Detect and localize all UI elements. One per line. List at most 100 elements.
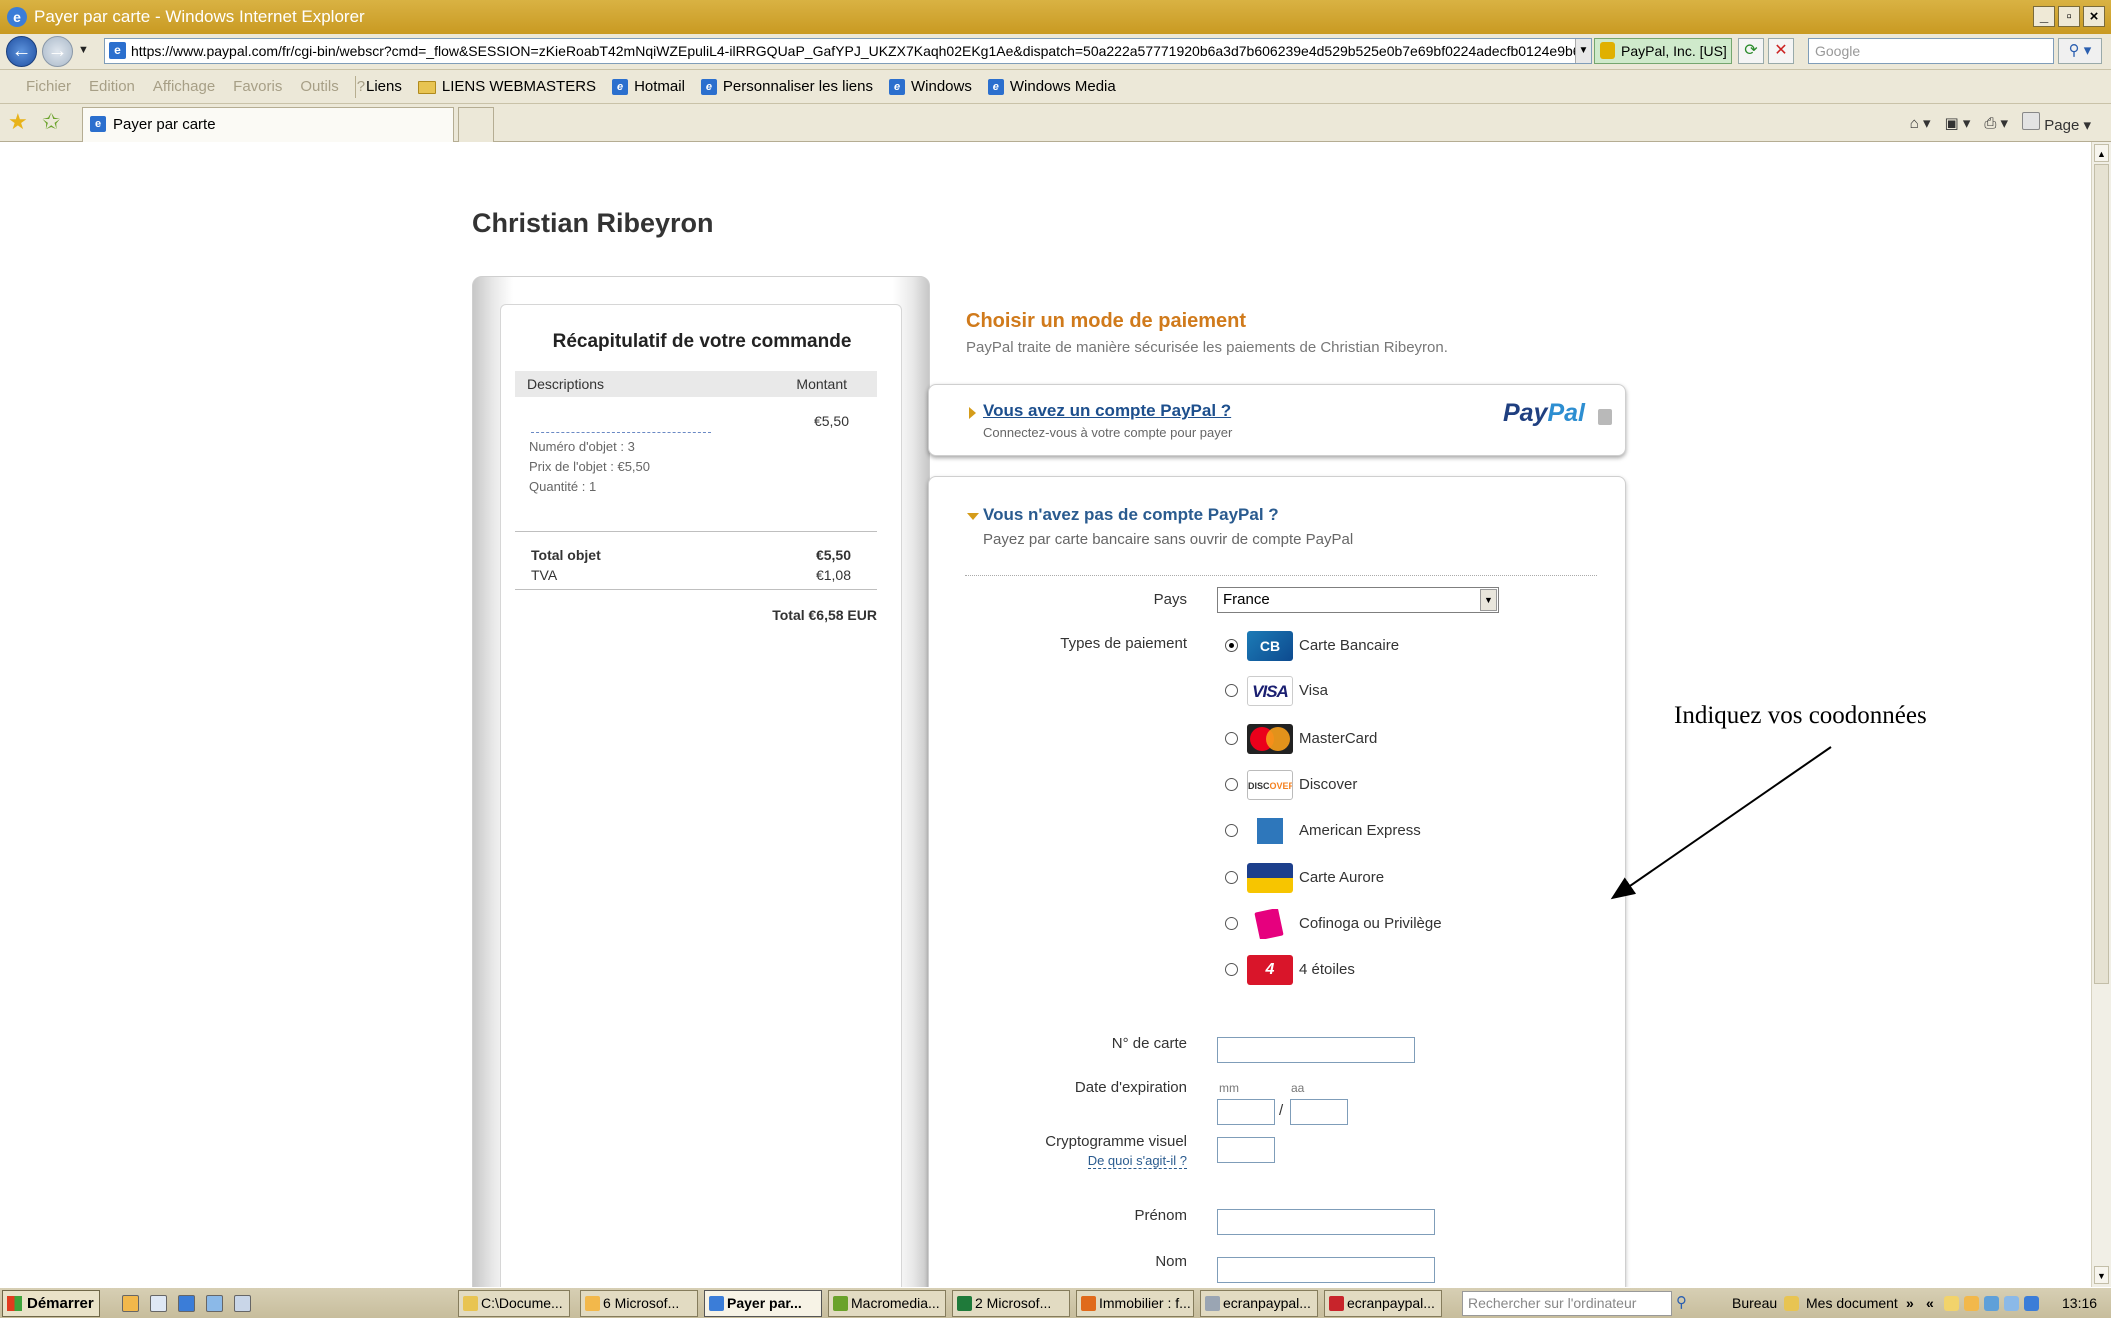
quicklaunch-icon[interactable] [234, 1295, 251, 1312]
label-cofinoga[interactable]: Cofinoga ou Privilège [1299, 915, 1442, 932]
link-windows[interactable]: e Windows [889, 70, 972, 104]
url-dropdown-icon[interactable]: ▼ [1575, 39, 1591, 63]
vertical-scrollbar[interactable]: ▲ ▼ [2091, 142, 2111, 1287]
no-account-title[interactable]: Vous n'avez pas de compte PayPal ? [983, 505, 1279, 525]
page-icon: e [612, 79, 629, 95]
forward-button[interactable]: → [42, 36, 73, 67]
label-american-express[interactable]: American Express [1299, 822, 1421, 839]
bureau-toolbar[interactable]: Bureau [1732, 1288, 1777, 1318]
window-title-bar: e Payer par carte - Windows Internet Exp… [0, 0, 2111, 34]
radio-cofinoga[interactable] [1225, 917, 1238, 930]
tab-payer-par-carte[interactable]: e Payer par carte [82, 107, 454, 142]
item-number: Numéro d'objet : 3 [529, 439, 635, 454]
tray-app-icon[interactable] [2024, 1296, 2039, 1311]
radio-mastercard[interactable] [1225, 732, 1238, 745]
firstname-field[interactable] [1217, 1209, 1435, 1235]
expiry-month-field[interactable] [1217, 1099, 1275, 1125]
maximize-button[interactable]: ▫ [2058, 6, 2080, 27]
task-ecranpaypal-1[interactable]: ecranpaypal... [1200, 1290, 1318, 1317]
minimize-button[interactable]: _ [2033, 6, 2055, 27]
scroll-thumb[interactable] [2094, 164, 2109, 984]
link-liens-webmasters[interactable]: LIENS WEBMASTERS [417, 70, 596, 104]
task-explorer[interactable]: C:\Docume... [458, 1290, 570, 1317]
menu-outils[interactable]: Outils [300, 70, 338, 104]
favorites-star-icon[interactable]: ★ [8, 110, 28, 134]
menu-fichier[interactable]: Fichier [26, 70, 71, 104]
security-certificate[interactable]: PayPal, Inc. [US] [1594, 38, 1732, 64]
paypal-login-link[interactable]: Vous avez un compte PayPal ? [983, 401, 1231, 421]
item-price: €5,50 [813, 413, 849, 429]
back-button[interactable]: ← [6, 36, 37, 67]
link-windows-media[interactable]: e Windows Media [987, 70, 1116, 104]
cvv-field[interactable] [1217, 1137, 1275, 1163]
tray-collapse-icon[interactable]: « [1926, 1288, 1934, 1318]
radio-visa[interactable] [1225, 684, 1238, 697]
refresh-button[interactable]: ⟳ [1738, 38, 1764, 64]
ie-quicklaunch-icon[interactable] [178, 1295, 195, 1312]
radio-discover[interactable] [1225, 778, 1238, 791]
country-select[interactable]: France ▼ [1217, 587, 1499, 613]
search-icon[interactable]: ⚲ [1676, 1293, 1687, 1311]
card-number-field[interactable] [1217, 1037, 1415, 1063]
add-favorite-icon[interactable]: ✩ [42, 110, 60, 134]
menu-favoris[interactable]: Favoris [233, 70, 282, 104]
label-carte-bancaire[interactable]: Carte Bancaire [1299, 637, 1399, 654]
task-immobilier[interactable]: Immobilier : f... [1076, 1290, 1194, 1317]
radio-4-etoiles[interactable] [1225, 963, 1238, 976]
mes-documents-toolbar[interactable]: Mes document [1806, 1288, 1898, 1318]
page-icon: e [987, 79, 1004, 95]
search-tray-icon[interactable] [2004, 1296, 2019, 1311]
tray-app-icon[interactable] [1964, 1296, 1979, 1311]
print-icon[interactable]: ⎙ ▾ [1984, 114, 2008, 132]
menu-affichage[interactable]: Affichage [153, 70, 215, 104]
stop-button[interactable]: ✕ [1768, 38, 1794, 64]
page-menu[interactable]: Page ▾ [2022, 112, 2091, 134]
recent-pages-dropdown[interactable]: ▼ [78, 44, 89, 56]
label-4-etoiles[interactable]: 4 étoiles [1299, 961, 1355, 978]
menu-bar: Fichier Edition Affichage Favoris Outils… [0, 70, 2111, 104]
menu-edition[interactable]: Edition [89, 70, 135, 104]
desktop-search-input[interactable]: Rechercher sur l'ordinateur [1462, 1291, 1672, 1316]
paypal-account-panel[interactable]: Vous avez un compte PayPal ? Connectez-v… [928, 384, 1626, 456]
card-payment-panel: Vous n'avez pas de compte PayPal ? Payez… [928, 476, 1626, 1287]
link-hotmail[interactable]: e Hotmail [612, 70, 685, 104]
task-microsoft-2[interactable]: 2 Microsof... [952, 1290, 1070, 1317]
network-icon[interactable] [1984, 1296, 1999, 1311]
label-mastercard[interactable]: MasterCard [1299, 730, 1377, 747]
menu-items: Fichier Edition Affichage Favoris Outils… [26, 70, 365, 104]
label-discover[interactable]: Discover [1299, 776, 1357, 793]
task-ecranpaypal-2[interactable]: ecranpaypal... [1324, 1290, 1442, 1317]
task-payer-par-carte[interactable]: Payer par... [704, 1290, 822, 1317]
feeds-icon[interactable]: ▣ ▾ [1945, 114, 1971, 132]
radio-american-express[interactable] [1225, 824, 1238, 837]
toolbar-expand-icon[interactable]: » [1906, 1288, 1914, 1318]
show-desktop-icon[interactable] [150, 1295, 167, 1312]
scroll-up-icon[interactable]: ▲ [2094, 144, 2109, 162]
search-button[interactable]: ⚲ ▾ [2058, 38, 2102, 64]
cvv-help-link[interactable]: De quoi s'agit-il ? [1087, 1153, 1187, 1169]
link-personnaliser[interactable]: e Personnaliser les liens [700, 70, 873, 104]
label-visa[interactable]: Visa [1299, 682, 1328, 699]
task-macromedia[interactable]: Macromedia... [828, 1290, 946, 1317]
new-tab-button[interactable] [458, 107, 494, 142]
item-dashed-link[interactable] [531, 432, 711, 433]
close-button[interactable]: × [2083, 6, 2105, 27]
quicklaunch-icon[interactable] [206, 1295, 223, 1312]
expiry-year-field[interactable] [1290, 1099, 1348, 1125]
search-input[interactable]: Google [1808, 38, 2054, 64]
link-label: Windows Media [1009, 78, 1116, 95]
menu-help[interactable]: ? [357, 70, 365, 104]
scroll-down-icon[interactable]: ▼ [2094, 1266, 2109, 1284]
mail-icon[interactable] [1944, 1296, 1959, 1311]
command-bar: ⌂ ▾ ▣ ▾ ⎙ ▾ Page ▾ [1910, 112, 2091, 134]
radio-carte-bancaire[interactable] [1225, 639, 1238, 652]
label-carte-aurore[interactable]: Carte Aurore [1299, 869, 1384, 886]
url-field[interactable]: e https://www.paypal.com/fr/cgi-bin/webs… [104, 38, 1592, 64]
start-button[interactable]: Démarrer [2, 1290, 100, 1317]
home-icon[interactable]: ⌂ ▾ [1910, 114, 1931, 132]
lastname-field[interactable] [1217, 1257, 1435, 1283]
task-microsoft-6[interactable]: 6 Microsof... [580, 1290, 698, 1317]
radio-carte-aurore[interactable] [1225, 871, 1238, 884]
quicklaunch-icon[interactable] [122, 1295, 139, 1312]
mastercard-circle-orange [1266, 727, 1290, 751]
